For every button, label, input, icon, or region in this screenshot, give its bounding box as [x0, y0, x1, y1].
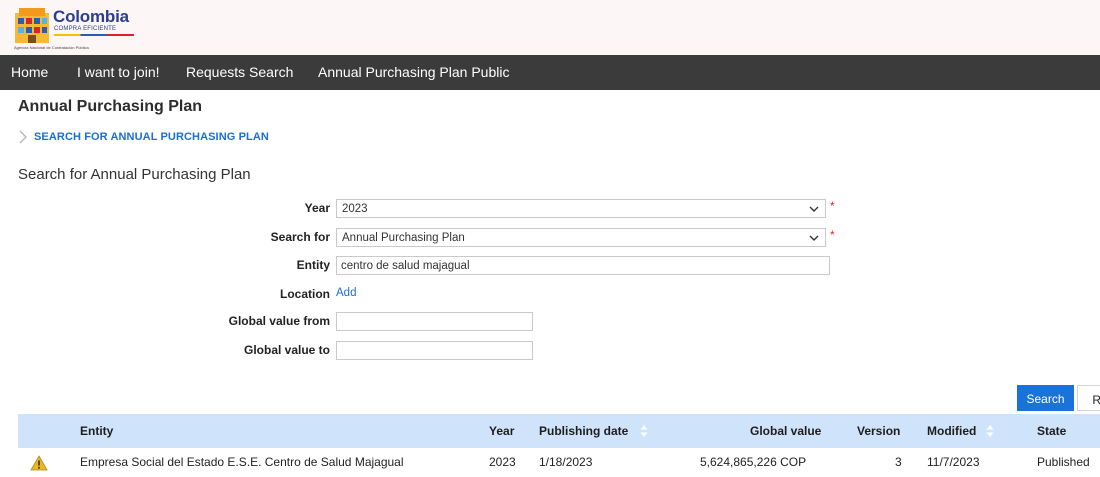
- nav-annual-purchasing-plan-public[interactable]: Annual Purchasing Plan Public: [318, 55, 509, 90]
- chevron-right-icon: [19, 130, 27, 144]
- section-title: Search for Annual Purchasing Plan: [18, 166, 251, 183]
- logo-color-bar: [54, 34, 134, 36]
- warning-icon: [30, 455, 48, 471]
- global-value-to-label: Global value to: [243, 343, 330, 357]
- nav-requests-search[interactable]: Requests Search: [186, 55, 293, 90]
- logo-building-icon: [15, 8, 49, 43]
- sort-icon[interactable]: [640, 424, 648, 438]
- reset-button[interactable]: Re: [1077, 385, 1100, 411]
- cell-year: 2023: [489, 455, 516, 469]
- column-year[interactable]: Year: [489, 414, 514, 448]
- results-table-header: Entity Year Publishing date Global value…: [18, 414, 1100, 448]
- logo-title: Colombia: [53, 7, 129, 26]
- search-for-label: Search for: [270, 230, 330, 244]
- cell-global-value: 5,624,865,226 COP: [700, 455, 807, 469]
- column-state[interactable]: State: [1037, 414, 1066, 448]
- table-row[interactable]: Empresa Social del Estado E.S.E. Centro …: [18, 448, 1100, 477]
- search-for-select-value: Annual Purchasing Plan: [342, 232, 465, 244]
- nav-home[interactable]: Home: [11, 55, 48, 90]
- global-value-from-label: Global value from: [228, 314, 330, 328]
- chevron-down-icon: [809, 235, 819, 241]
- location-label: Location: [280, 287, 330, 301]
- nav-i-want-to-join[interactable]: I want to join!: [77, 55, 160, 90]
- logo-subtitle: COMPRA EFICIENTE: [54, 26, 117, 32]
- breadcrumb-search-app[interactable]: SEARCH FOR ANNUAL PURCHASING PLAN: [34, 131, 269, 143]
- year-select[interactable]: 2023: [336, 199, 826, 218]
- column-version[interactable]: Version: [857, 414, 900, 448]
- sort-icon[interactable]: [986, 424, 994, 438]
- chevron-down-icon: [809, 206, 819, 212]
- required-marker: *: [830, 228, 835, 242]
- main-nav: Home I want to join! Requests Search Ann…: [0, 55, 1100, 90]
- location-add-link[interactable]: Add: [336, 287, 356, 299]
- column-modified[interactable]: Modified: [927, 414, 976, 448]
- page-title: Annual Purchasing Plan: [18, 98, 203, 115]
- cell-version: 3: [895, 455, 902, 469]
- entity-label: Entity: [296, 258, 330, 272]
- logo-tagline: Agencia Nacional de Contratación Pública: [14, 45, 89, 50]
- search-button[interactable]: Search: [1017, 385, 1074, 411]
- year-select-value: 2023: [342, 203, 368, 215]
- column-entity[interactable]: Entity: [80, 414, 113, 448]
- required-marker: *: [830, 199, 835, 213]
- cell-entity[interactable]: Empresa Social del Estado E.S.E. Centro …: [80, 448, 404, 477]
- colombia-compra-logo[interactable]: Colombia COMPRA EFICIENTE Agencia Nacion…: [14, 5, 144, 51]
- column-global-value[interactable]: Global value: [750, 414, 821, 448]
- site-header: Colombia COMPRA EFICIENTE Agencia Nacion…: [0, 0, 1100, 55]
- global-value-to-input[interactable]: [336, 341, 533, 360]
- cell-modified: 11/7/2023: [927, 455, 980, 469]
- cell-state: Published: [1037, 455, 1090, 469]
- global-value-from-input[interactable]: [336, 312, 533, 331]
- year-label: Year: [304, 201, 330, 215]
- cell-publishing-date: 1/18/2023: [539, 455, 593, 469]
- entity-input[interactable]: [336, 256, 830, 275]
- column-publishing-date[interactable]: Publishing date: [539, 414, 628, 448]
- search-for-select[interactable]: Annual Purchasing Plan: [336, 228, 826, 247]
